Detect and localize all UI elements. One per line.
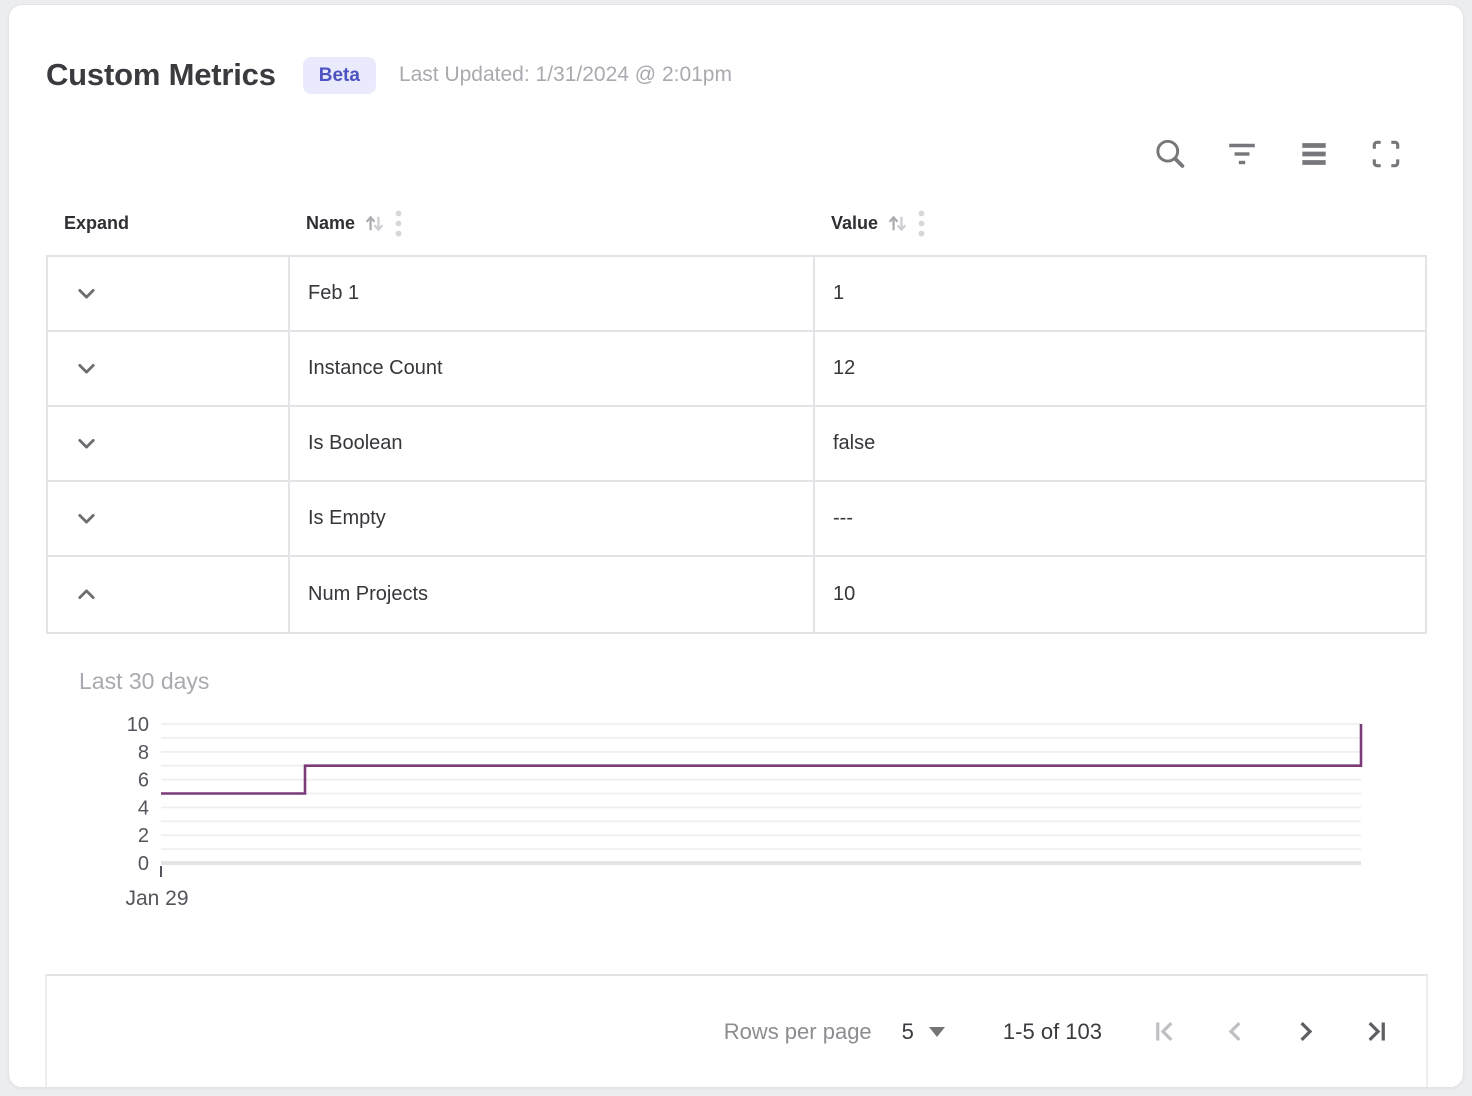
column-label: Value <box>831 213 878 234</box>
kebab-menu-icon <box>917 209 926 238</box>
search-button[interactable] <box>1151 135 1189 173</box>
custom-metrics-card: Custom Metrics Beta Last Updated: 1/31/2… <box>8 4 1464 1088</box>
table-row: Is Empty--- <box>48 482 1425 557</box>
fullscreen-button[interactable] <box>1367 135 1405 173</box>
x-axis-tick-label: Jan 29 <box>125 887 188 910</box>
search-icon <box>1152 136 1188 172</box>
collapse-row-button[interactable] <box>70 579 102 611</box>
y-axis-tick-label: 6 <box>138 770 149 792</box>
last-page-icon <box>1360 1016 1391 1047</box>
expand-cell <box>48 557 290 632</box>
value-cell: 12 <box>815 332 1425 405</box>
density-icon <box>1297 137 1331 171</box>
chevron-left-icon <box>1220 1016 1251 1047</box>
last-updated-text: Last Updated: 1/31/2024 @ 2:01pm <box>399 63 732 87</box>
column-header-name: Name <box>288 209 813 238</box>
sort-icon <box>361 210 388 237</box>
expand-cell <box>48 482 290 555</box>
value-cell: 10 <box>815 557 1425 632</box>
value-cell: 1 <box>815 257 1425 330</box>
pager-buttons <box>1148 1015 1392 1049</box>
y-axis-tick-label: 10 <box>127 714 149 736</box>
column-label: Name <box>306 213 355 234</box>
fullscreen-icon <box>1369 137 1403 171</box>
chevron-right-icon <box>1290 1016 1321 1047</box>
expand-cell <box>48 332 290 405</box>
y-axis-tick-label: 0 <box>138 853 149 875</box>
expand-row-button[interactable] <box>70 353 102 385</box>
name-column-menu-button[interactable] <box>394 209 403 238</box>
sort-value-button[interactable] <box>884 210 911 237</box>
kebab-menu-icon <box>394 209 403 238</box>
filter-button[interactable] <box>1223 135 1261 173</box>
chevron-up-icon <box>72 580 101 609</box>
expand-cell <box>48 257 290 330</box>
pagination-footer: Rows per page 5 1-5 of 103 <box>45 974 1428 1087</box>
table-header-row: Expand Name Value <box>46 191 1427 255</box>
first-page-button <box>1148 1015 1182 1049</box>
y-axis-tick-label: 8 <box>138 742 149 764</box>
value-cell: --- <box>815 482 1425 555</box>
table-row: Feb 11 <box>48 257 1425 332</box>
table-row: Num Projects10 <box>48 557 1425 632</box>
next-page-button[interactable] <box>1288 1015 1322 1049</box>
previous-page-button <box>1218 1015 1252 1049</box>
name-cell: Is Boolean <box>290 407 815 480</box>
y-axis-tick-label: 4 <box>138 797 149 819</box>
chevron-down-icon <box>72 279 101 308</box>
table-row: Instance Count12 <box>48 332 1425 407</box>
page-range-label: 1-5 of 103 <box>1003 1019 1102 1045</box>
header: Custom Metrics Beta Last Updated: 1/31/2… <box>46 5 1427 99</box>
y-axis-tick-label: 2 <box>138 825 149 847</box>
rows-per-page-label: Rows per page <box>724 1019 872 1045</box>
density-button[interactable] <box>1295 135 1333 173</box>
last-page-button[interactable] <box>1358 1015 1392 1049</box>
name-cell: Is Empty <box>290 482 815 555</box>
value-column-menu-button[interactable] <box>917 209 926 238</box>
table-row: Is Booleanfalse <box>48 407 1425 482</box>
name-cell: Instance Count <box>290 332 815 405</box>
table-toolbar <box>46 133 1427 175</box>
rows-per-page-select[interactable]: 5 <box>902 1019 945 1045</box>
column-header-expand: Expand <box>46 213 288 234</box>
value-cell: false <box>815 407 1425 480</box>
expand-row-button[interactable] <box>70 503 102 535</box>
rows-per-page-value: 5 <box>902 1019 914 1045</box>
name-cell: Num Projects <box>290 557 815 632</box>
chevron-down-icon <box>72 354 101 383</box>
chevron-down-icon <box>72 504 101 533</box>
step-line-series <box>161 724 1361 794</box>
column-header-value: Value <box>813 209 1427 238</box>
filter-icon <box>1225 137 1259 171</box>
expand-row-button[interactable] <box>70 428 102 460</box>
card-content: Custom Metrics Beta Last Updated: 1/31/2… <box>9 5 1463 1087</box>
table-body: Feb 11Instance Count12Is BooleanfalseIs … <box>46 255 1427 634</box>
page-title: Custom Metrics <box>46 51 276 99</box>
name-cell: Feb 1 <box>290 257 815 330</box>
beta-badge: Beta <box>303 57 376 94</box>
first-page-icon <box>1150 1016 1181 1047</box>
num-projects-chart: 0 2 4 6 8 10 Jan 29 <box>46 707 1371 922</box>
sort-icon <box>884 210 911 237</box>
expand-cell <box>48 407 290 480</box>
chevron-down-icon <box>72 429 101 458</box>
column-label: Expand <box>64 213 129 234</box>
chart-title: Last 30 days <box>46 668 1427 695</box>
expand-row-button[interactable] <box>70 278 102 310</box>
sort-name-button[interactable] <box>361 210 388 237</box>
dropdown-caret-icon <box>929 1027 945 1037</box>
